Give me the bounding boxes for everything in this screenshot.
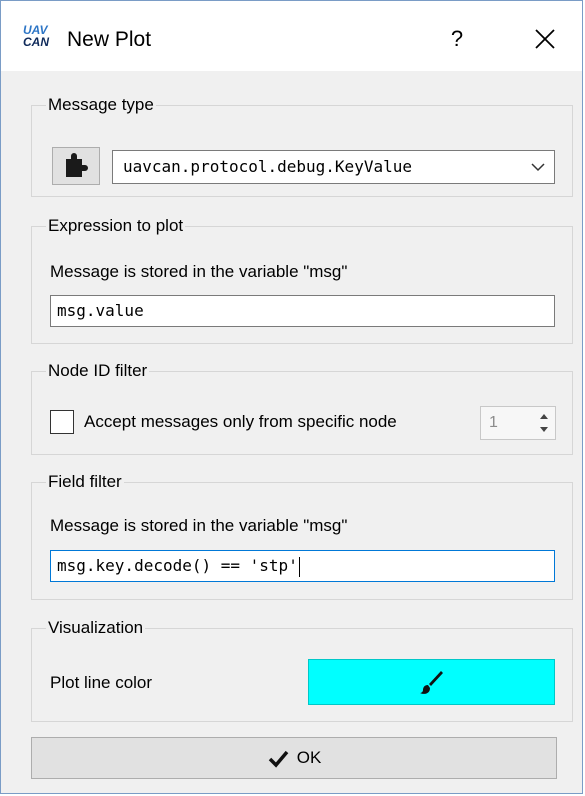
field-filter-input[interactable]: msg.key.decode() == 'stp' bbox=[50, 550, 555, 582]
spin-up-icon[interactable] bbox=[535, 409, 553, 423]
expression-hint: Message is stored in the variable "msg" bbox=[50, 262, 348, 281]
close-icon bbox=[535, 29, 555, 49]
message-type-combobox[interactable]: uavcan.protocol.debug.KeyValue bbox=[112, 150, 555, 184]
field-filter-value: msg.key.decode() == 'stp' bbox=[57, 556, 298, 575]
specific-node-checkbox[interactable] bbox=[50, 410, 74, 434]
checkmark-icon bbox=[268, 750, 289, 768]
uavcan-logo-icon: UAV CAN bbox=[23, 23, 49, 49]
ok-label: OK bbox=[296, 748, 322, 767]
field-filter-group: Field filter Message is stored in the va… bbox=[31, 471, 573, 600]
window-title: New Plot bbox=[67, 28, 152, 51]
node-id-filter-group: Node ID filter Accept messages only from… bbox=[31, 360, 573, 455]
chevron-down-icon bbox=[531, 163, 545, 172]
expression-input[interactable]: msg.value bbox=[50, 295, 555, 327]
title-bar: UAV CAN New Plot ? bbox=[1, 1, 582, 71]
close-button[interactable] bbox=[523, 21, 567, 57]
message-type-group-title: Message type bbox=[46, 94, 156, 116]
ok-button-content: OK bbox=[32, 738, 556, 778]
spin-down-icon[interactable] bbox=[535, 423, 553, 437]
puzzle-piece-icon bbox=[66, 153, 88, 177]
paintbrush-icon bbox=[420, 671, 443, 694]
new-plot-dialog: UAV CAN New Plot ? Message type uavcan.p… bbox=[0, 0, 583, 794]
visualization-group-title: Visualization bbox=[46, 617, 146, 639]
message-type-group: Message type uavcan.protocol.debug.KeyVa… bbox=[31, 94, 573, 197]
message-type-picker-button[interactable] bbox=[52, 147, 100, 185]
help-button[interactable]: ? bbox=[437, 21, 477, 57]
field-filter-hint: Message is stored in the variable "msg" bbox=[50, 516, 348, 535]
node-id-spinbox[interactable]: 1 bbox=[480, 406, 556, 440]
message-type-value: uavcan.protocol.debug.KeyValue bbox=[123, 157, 412, 176]
node-id-filter-group-title: Node ID filter bbox=[46, 360, 150, 382]
expression-group: Expression to plot Message is stored in … bbox=[31, 215, 573, 344]
ok-button[interactable]: OK bbox=[31, 737, 557, 779]
plot-line-color-button[interactable] bbox=[308, 659, 555, 705]
plot-line-color-label: Plot line color bbox=[50, 673, 153, 692]
field-filter-group-title: Field filter bbox=[46, 471, 124, 493]
expression-group-title: Expression to plot bbox=[46, 215, 186, 237]
text-caret bbox=[298, 556, 300, 577]
visualization-group: Visualization Plot line color bbox=[31, 617, 573, 722]
node-id-value: 1 bbox=[489, 414, 498, 431]
specific-node-checkbox-label[interactable]: Accept messages only from specific node bbox=[84, 411, 397, 433]
